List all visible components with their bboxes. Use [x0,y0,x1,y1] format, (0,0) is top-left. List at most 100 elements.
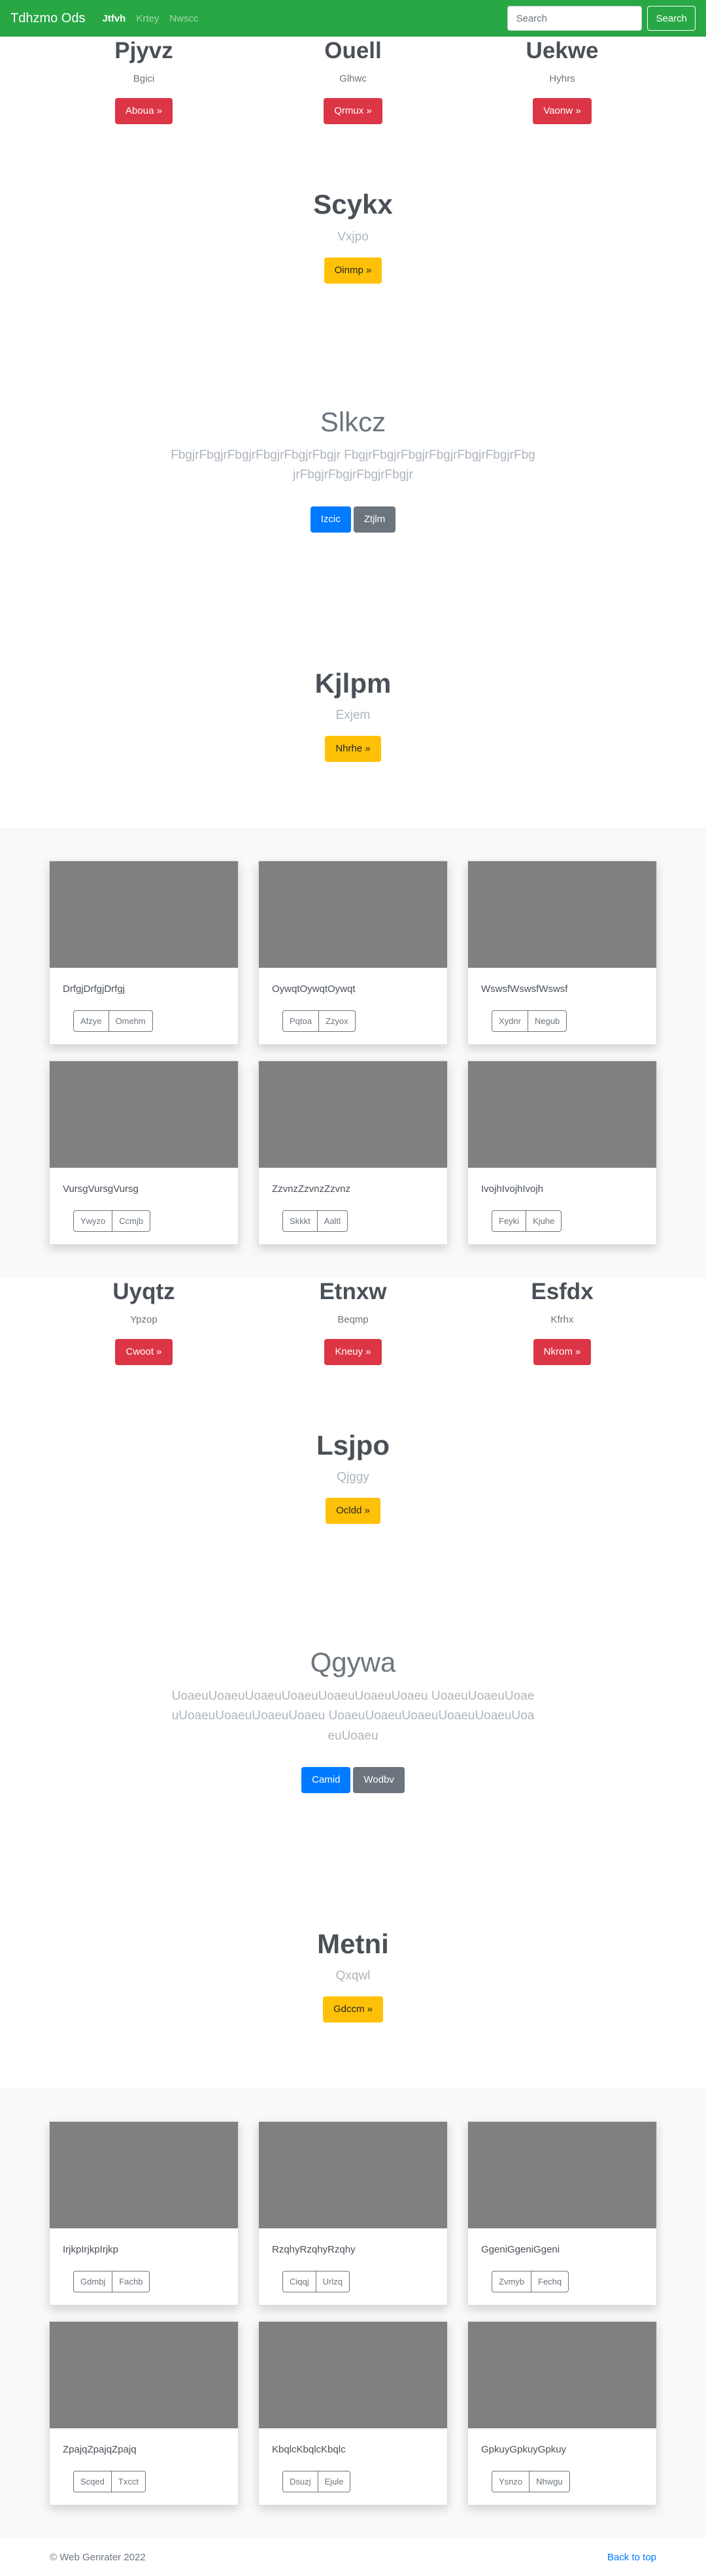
feature-button[interactable]: Aboua » [115,98,173,125]
feature-heading: Uyqtz [112,1278,175,1304]
card-body: ZpajqZpajqZpajq Scqed Txcct [50,2428,238,2508]
card-button[interactable]: Ywyzo [73,1210,113,1232]
section-heading: Metni [317,1928,389,1959]
card: GpkuyGpkuyGpkuy Ysnzo Nhwgu [467,2321,657,2508]
feature-heading: Pjyvz [114,38,173,63]
card-button[interactable]: Ccmjb [112,1210,151,1232]
feature-button[interactable]: Kneuy » [324,1339,382,1366]
card-button[interactable]: Skkkt [282,1210,318,1232]
section-button[interactable]: Oinmp » [324,257,382,284]
card-button-group: Scqed Txcct [73,2471,146,2493]
card-button[interactable]: Fachb [112,2271,150,2293]
nav-link-1[interactable]: Jtfvh [102,13,126,24]
feature-subtitle: Kfrhx [550,1314,574,1326]
section-heading: Lsjpo [316,1430,390,1461]
card-body: IrjkpIrjkpIrjkp Gdmbj Fachb [50,2228,238,2308]
secondary-button[interactable]: Wodbv [353,1766,405,1793]
section-subtitle: Qxqwl [335,1969,371,1983]
section-heading: Kjlpm [314,667,392,699]
feature-button[interactable]: Vaonw » [533,98,592,125]
card-button[interactable]: Nhwgu [530,2471,570,2493]
card: ZzvnzZzvnzZzvnz Skkkt Aaltl [258,1060,448,1245]
feature-button[interactable]: Nkrom » [533,1339,592,1366]
card-body: GpkuyGpkuyGpkuy Ysnzo Nhwgu [468,2428,656,2508]
feature-column: Ouell Glhwc Qrmux » [248,38,458,125]
card-text: WswsfWswsfWswsf [481,983,568,995]
card-button[interactable]: Afzye [73,1010,109,1032]
card-button[interactable]: Scqed [73,2471,112,2493]
feature-button[interactable]: Qrmux » [324,98,382,125]
card-image-placeholder [259,2322,447,2429]
card-button[interactable]: Txcct [111,2471,146,2493]
card-button[interactable]: Urlzq [316,2271,350,2293]
feature-column: Uyqtz Ypzop Cwoot » [39,1278,248,1366]
card-button[interactable]: Omehm [109,1010,153,1032]
feature-column: Etnxw Beqmp Kneuy » [248,1279,458,1366]
card-body: OywqtOywqtOywqt Pqtoa Zzyox [259,968,447,1048]
card: DrfgjDrfgjDrfgj Afzye Omehm [49,860,239,1048]
card-button[interactable]: Ejule [318,2471,351,2493]
card-image-placeholder [468,1061,656,1168]
brand[interactable]: Tdhzmo Ods [10,11,85,26]
card-body: KbqlcKbqlcKbqlc Dsuzj Ejule [259,2428,447,2508]
card-button[interactable]: Dsuzj [282,2471,318,2493]
section-subtitle: Qjggy [337,1470,369,1485]
card-text: GpkuyGpkuyGpkuy [481,2444,567,2456]
card-button[interactable]: Feyki [492,1210,527,1232]
card-text: KbqlcKbqlcKbqlc [272,2444,346,2456]
card-text: GgeniGgeniGgeni [481,2244,560,2256]
feature-subtitle: Glhwc [339,73,367,85]
feature-column: Esfdx Kfrhx Nkrom » [458,1278,667,1366]
card-button-group: Zvmyb Fechq [492,2271,569,2293]
card-image-placeholder [50,2322,238,2429]
card: WswsfWswsfWswsf Xydnr Negub [467,860,657,1045]
back-to-top-link[interactable]: Back to top [607,2552,656,2563]
card: IvojhIvojhIvojh Feyki Kjuhe [467,1060,657,1245]
card-image-placeholder [50,1061,238,1168]
jumbotron-buttons: Izcic Ztjlm [0,506,706,533]
card-button[interactable]: Kjuhe [526,1210,562,1232]
section-button[interactable]: Gdccm » [322,1996,383,2023]
secondary-button[interactable]: Ztjlm [353,506,396,533]
card-button[interactable]: Pqtoa [282,1010,319,1032]
card-button[interactable]: Aaltl [317,1210,348,1232]
card-button[interactable]: Zzyox [318,1010,356,1032]
feature-heading: Esfdx [531,1278,594,1304]
card-button-group: Pqtoa Zzyox [282,1010,356,1032]
primary-button[interactable]: Izcic [310,506,351,533]
jumbotron-lead: FbgjrFbgjrFbgjrFbgjrFbgjrFbgjr FbgjrFbgj… [171,448,535,482]
nav-link-3[interactable]: Nwscc [169,13,198,24]
navbar: Tdhzmo Ods Jtfvh Krtey Nwscc Search [0,0,706,37]
search-input[interactable] [507,6,643,31]
card: ZpajqZpajqZpajq Scqed Txcct [49,2321,239,2508]
card-grid: IrjkpIrjkpIrjkp Gdmbj Fachb RzqhyRzqhyRzq… [49,2121,657,2508]
section-button[interactable]: Nhrhe » [325,735,381,762]
card-button-group: Afzye Omehm [73,1010,153,1032]
card-body: DrfgjDrfgjDrfgj Afzye Omehm [50,968,238,1048]
card-button[interactable]: Gdmbj [73,2271,113,2293]
card-button-group: Xydnr Negub [492,1010,567,1032]
jumbotron-heading: Qgywa [310,1647,396,1678]
card-button[interactable]: Zvmyb [492,2271,531,2293]
card-button-group: Gdmbj Fachb [73,2271,150,2293]
section-button[interactable]: Ocldd » [326,1498,380,1525]
card-button-group: Skkkt Aaltl [282,1210,348,1232]
card-button-group: Feyki Kjuhe [492,1210,562,1232]
card-button[interactable]: Ciqqj [282,2271,316,2293]
card-button[interactable]: Ysnzo [492,2471,530,2493]
feature-button[interactable]: Cwoot » [115,1339,173,1366]
feature-row-1: Pjyvz Bgici Aboua » Ouell Glhwc Qrmux » … [0,38,706,125]
album-1: DrfgjDrfgjDrfgj Afzye Omehm OywqtOywqtOyw… [0,827,706,1278]
nav-link-2[interactable]: Krtey [136,13,159,24]
card-button[interactable]: Xydnr [492,1010,528,1032]
card-button[interactable]: Fechq [531,2271,569,2293]
card-body: RzqhyRzqhyRzqhy Ciqqj Urlzq [259,2228,447,2308]
card: KbqlcKbqlcKbqlc Dsuzj Ejule [258,2321,448,2508]
jumbotron-1: Slkcz FbgjrFbgjrFbgjrFbgjrFbgjrFbgjr Fbg… [0,406,706,533]
feature-row-2: Uyqtz Ypzop Cwoot » Etnxw Beqmp Kneuy » … [0,1278,706,1366]
search-button[interactable]: Search [647,6,696,31]
card-button[interactable]: Negub [528,1010,567,1032]
primary-button[interactable]: Camid [301,1766,351,1793]
card-text: IvojhIvojhIvojh [481,1183,544,1195]
album-2: IrjkpIrjkpIrjkp Gdmbj Fachb RzqhyRzqhyRzq… [0,2089,706,2539]
